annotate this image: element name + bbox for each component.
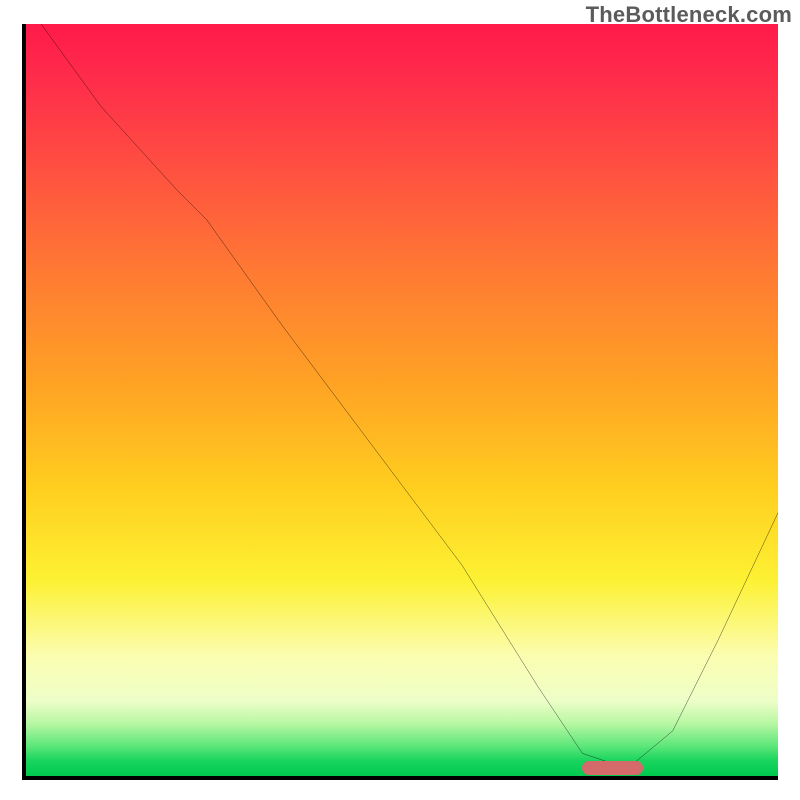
bottleneck-curve xyxy=(26,24,778,776)
curve-path xyxy=(41,24,778,768)
optimal-zone-marker xyxy=(582,761,642,775)
chart-area xyxy=(22,24,778,780)
